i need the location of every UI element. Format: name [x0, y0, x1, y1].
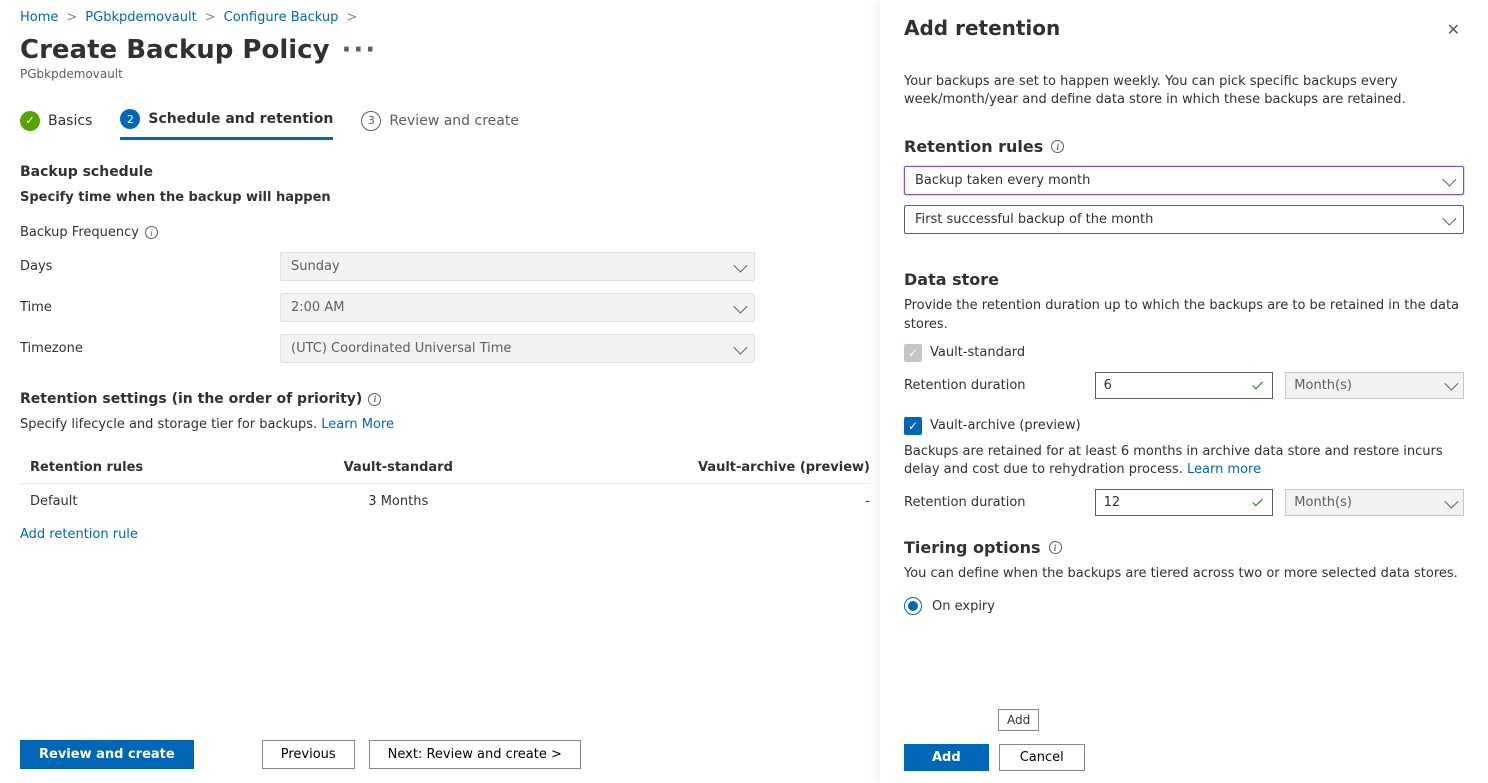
- add-retention-panel: Add retention ✕ Your backups are set to …: [880, 0, 1488, 783]
- retention-unit-archive-select[interactable]: Month(s): [1285, 489, 1464, 516]
- learn-more-archive-link[interactable]: Learn more: [1187, 462, 1261, 477]
- breadcrumb: Home> PGbkpdemovault> Configure Backup>: [20, 10, 860, 25]
- vault-standard-checkbox: ✓: [904, 344, 922, 362]
- timezone-select[interactable]: (UTC) Coordinated Universal Time: [280, 334, 755, 363]
- days-label: Days: [20, 259, 280, 274]
- breadcrumb-configure[interactable]: Configure Backup: [224, 10, 339, 25]
- tiering-options-heading: Tiering options: [904, 538, 1041, 557]
- backup-schedule-heading: Backup schedule: [20, 164, 860, 180]
- learn-more-link[interactable]: Learn More: [321, 417, 394, 432]
- step-schedule[interactable]: 2 Schedule and retention: [120, 109, 333, 140]
- table-row: Default 3 Months -: [20, 484, 870, 520]
- info-icon[interactable]: i: [368, 393, 381, 406]
- time-label: Time: [20, 300, 280, 315]
- col-vault-standard: Vault-standard: [275, 452, 522, 484]
- add-button[interactable]: Add: [904, 744, 989, 771]
- add-tooltip: Add: [998, 709, 1039, 731]
- tiering-options-desc: You can define when the backups are tier…: [904, 565, 1464, 583]
- data-store-desc: Provide the retention duration up to whi…: [904, 297, 1464, 333]
- chevron-down-icon: [1442, 211, 1456, 225]
- col-vault-archive: Vault-archive (preview): [522, 452, 870, 484]
- valid-check-icon: [1253, 496, 1264, 507]
- chevron-down-icon: [733, 340, 747, 354]
- panel-description: Your backups are set to happen weekly. Y…: [904, 73, 1464, 109]
- retention-rules-heading: Retention rules: [904, 137, 1043, 156]
- vault-archive-checkbox[interactable]: ✓: [904, 417, 922, 435]
- previous-button[interactable]: Previous: [262, 740, 355, 769]
- on-expiry-label: On expiry: [932, 599, 995, 614]
- time-select[interactable]: 2:00 AM: [280, 293, 755, 322]
- retention-table: Retention rules Vault-standard Vault-arc…: [20, 452, 870, 519]
- on-expiry-radio[interactable]: [904, 597, 922, 615]
- timezone-label: Timezone: [20, 341, 280, 356]
- retention-rule-option-select[interactable]: First successful backup of the month: [904, 205, 1464, 234]
- vault-standard-label: Vault-standard: [930, 345, 1025, 360]
- cancel-button[interactable]: Cancel: [999, 744, 1085, 771]
- info-icon[interactable]: i: [1049, 541, 1062, 554]
- backup-schedule-sub: Specify time when the backup will happen: [20, 190, 860, 205]
- chevron-down-icon: [733, 299, 747, 313]
- retention-duration-label: Retention duration: [904, 495, 1083, 510]
- chevron-down-icon: [1442, 172, 1456, 186]
- review-create-button[interactable]: Review and create: [20, 740, 194, 769]
- retention-unit-standard-select[interactable]: Month(s): [1285, 372, 1464, 399]
- retention-settings-heading: Retention settings (in the order of prio…: [20, 391, 362, 407]
- retention-duration-label: Retention duration: [904, 378, 1083, 393]
- retention-duration-archive-input[interactable]: 12: [1095, 489, 1274, 516]
- page-title: Create Backup Policy: [20, 35, 330, 65]
- col-retention-rules: Retention rules: [20, 452, 275, 484]
- chevron-down-icon: [733, 258, 747, 272]
- more-actions-icon[interactable]: ···: [342, 35, 378, 65]
- next-button[interactable]: Next: Review and create >: [369, 740, 581, 769]
- breadcrumb-vault[interactable]: PGbkpdemovault: [85, 10, 196, 25]
- valid-check-icon: [1253, 379, 1264, 390]
- vault-archive-label: Vault-archive (preview): [930, 418, 1081, 433]
- retention-rule-select[interactable]: Backup taken every month: [904, 166, 1464, 195]
- chevron-down-icon: [1444, 494, 1458, 508]
- info-icon[interactable]: i: [1051, 140, 1064, 153]
- page-subtitle: PGbkpdemovault: [20, 67, 860, 81]
- info-icon[interactable]: i: [145, 226, 158, 239]
- days-select[interactable]: Sunday: [280, 252, 755, 281]
- breadcrumb-home[interactable]: Home: [20, 10, 58, 25]
- close-icon[interactable]: ✕: [1443, 16, 1464, 43]
- panel-title: Add retention: [904, 16, 1060, 40]
- step-basics[interactable]: ✓ Basics: [20, 111, 92, 139]
- data-store-heading: Data store: [904, 270, 1464, 289]
- backup-frequency-label: Backup Frequency: [20, 225, 139, 240]
- check-icon: ✓: [20, 111, 40, 131]
- add-retention-rule-link[interactable]: Add retention rule: [20, 527, 860, 542]
- chevron-down-icon: [1444, 377, 1458, 391]
- retention-duration-standard-input[interactable]: 6: [1095, 372, 1274, 399]
- step-review[interactable]: 3 Review and create: [361, 111, 519, 139]
